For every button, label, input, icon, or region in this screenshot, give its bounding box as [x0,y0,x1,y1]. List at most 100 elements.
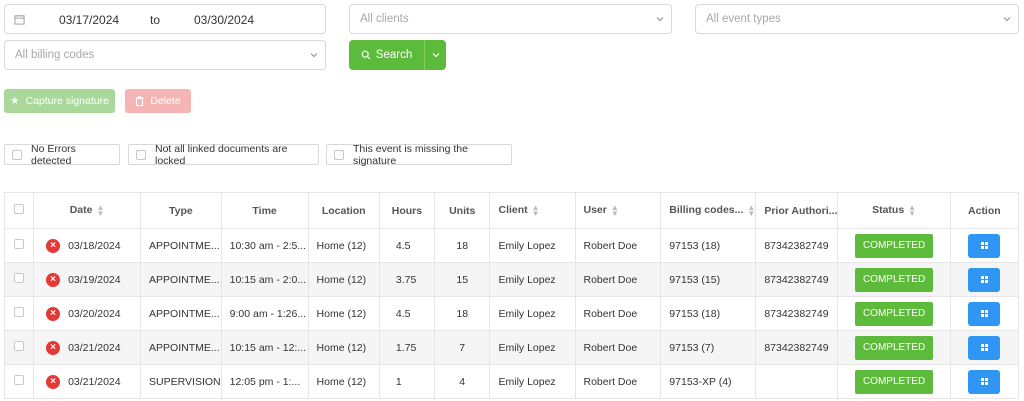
calendar-icon [5,14,33,25]
grid-icon [980,242,988,249]
search-button[interactable]: Search [349,40,425,70]
no-errors-label: No Errors detected [31,142,76,167]
header-client[interactable]: Client ▲ ▼ [489,192,576,229]
sort-icon[interactable]: ▲ ▼ [96,203,104,217]
capture-signature-button[interactable]: ★ Capture signature [4,89,115,113]
row-checkbox[interactable] [14,375,25,385]
status-badge: COMPLETED [855,267,934,292]
date-range-field[interactable]: 03/17/2024 to 03/30/2024 [4,4,326,34]
event-types-select[interactable]: All event types [695,4,1019,34]
type-cell: APPOINTME... [140,330,222,365]
grid-icon [980,310,988,317]
error-icon[interactable]: × [46,374,61,389]
header-time: Time [220,192,309,229]
hours-cell: 4.5 [378,228,435,263]
not-locked-label: Not all linked documents are locked [155,142,288,167]
client-cell: Emily Lopez [489,228,576,263]
action-button[interactable] [968,233,1001,258]
sort-icon[interactable]: ▲ ▼ [908,203,916,217]
error-icon[interactable]: × [46,272,61,287]
units-cell: 18 [433,296,491,331]
billing-codes-cell: 97153 (7) [660,330,757,365]
checkbox[interactable] [12,149,22,160]
units-cell: 18 [433,228,491,263]
header-user[interactable]: User ▲ ▼ [574,192,662,229]
capture-signature-label: Capture signature [25,95,109,107]
action-cell [949,330,1020,365]
billing-codes-cell: 97153 (18) [660,296,757,331]
grid-icon [980,378,988,385]
action-button[interactable] [968,335,1001,360]
table-row[interactable]: × 03/18/2024 APPOINTME... 10:30 am - 2:5...… [3,228,1020,263]
search-label: Search [375,49,413,61]
status-cell: COMPLETED [837,330,951,365]
sort-icon[interactable]: ▲ ▼ [611,203,619,217]
billing-codes-cell: 97153 (15) [660,262,757,297]
table-row[interactable]: × 03/19/2024 APPOINTME... 10:15 am - 2:0...… [3,262,1020,297]
delete-button[interactable]: Delete [125,89,191,113]
sort-icon[interactable]: ▲ ▼ [532,203,540,217]
select-all-checkbox[interactable] [14,204,25,214]
status-cell: COMPLETED [837,262,951,297]
units-cell: 7 [433,330,491,365]
chevron-down-icon [649,5,671,33]
search-icon [361,50,371,60]
date-value: 03/18/2024 [68,239,121,252]
prior-authorization-cell: 87342382749 [755,228,839,263]
grid-icon [980,344,988,351]
clients-placeholder: All clients [360,13,409,25]
date-value: 03/21/2024 [68,341,121,354]
header-units: Units [433,192,491,229]
date-cell: × 03/19/2024 [33,262,142,297]
header-billing-codes[interactable]: Billing codes... ▲ ▼ [660,192,757,229]
date-to-label: to [150,13,161,27]
user-cell: Robert Doe [574,262,662,297]
billing-codes-cell: 97153 (18) [660,228,757,263]
events-table: Date ▲ ▼ Type Time Location Hours Units Cl… [3,192,1020,399]
action-button[interactable] [968,301,1001,326]
checkbox[interactable] [334,149,344,160]
error-icon[interactable]: × [46,306,61,321]
type-cell: SUPERVISION [140,364,222,399]
sort-icon[interactable]: ▲ ▼ [747,203,754,217]
status-cell: COMPLETED [837,228,951,263]
prior-authorization-cell [755,364,839,399]
row-checkbox[interactable] [14,273,25,283]
time-cell: 12:05 pm - 1:... [220,364,309,399]
header-date[interactable]: Date ▲ ▼ [33,192,142,229]
no-errors-filter[interactable]: No Errors detected [4,142,120,167]
table-row[interactable]: × 03/20/2024 APPOINTME... 9:00 am - 1:26...… [3,296,1020,331]
date-from-value[interactable]: 03/17/2024 [59,13,119,27]
not-locked-filter[interactable]: Not all linked documents are locked [128,142,319,167]
search-dropdown-button[interactable] [425,40,446,70]
units-cell: 15 [433,262,491,297]
checkbox[interactable] [136,149,146,160]
missing-signature-filter[interactable]: This event is missing the signature [326,142,512,167]
table-row[interactable]: × 03/21/2024 SUPERVISION 12:05 pm - 1:... Ho… [3,364,1020,399]
row-checkbox[interactable] [14,307,25,317]
action-button[interactable] [968,267,1001,292]
missing-signature-label: This event is missing the signature [353,142,468,167]
row-checkbox[interactable] [14,239,25,249]
action-cell [949,296,1020,331]
select-all-header [3,192,35,229]
header-prior-authorization: Prior Authori... [755,192,839,229]
header-type: Type [140,192,222,229]
billing-codes-select[interactable]: All billing codes [4,40,326,70]
hours-cell: 1.75 [378,330,435,365]
header-action: Action [949,192,1020,229]
action-button[interactable] [968,369,1001,394]
date-to-value[interactable]: 03/30/2024 [194,13,254,27]
header-status[interactable]: Status ▲ ▼ [837,192,951,229]
status-badge: COMPLETED [855,301,934,326]
row-checkbox[interactable] [14,341,25,351]
clients-select[interactable]: All clients [349,4,672,34]
error-icon[interactable]: × [46,238,61,253]
date-value: 03/19/2024 [68,273,121,286]
action-cell [949,262,1020,297]
star-icon: ★ [10,95,20,107]
client-cell: Emily Lopez [489,296,576,331]
error-icon[interactable]: × [46,340,61,355]
status-cell: COMPLETED [837,364,951,399]
table-row[interactable]: × 03/21/2024 APPOINTME... 10:15 am - 12:...… [3,330,1020,365]
